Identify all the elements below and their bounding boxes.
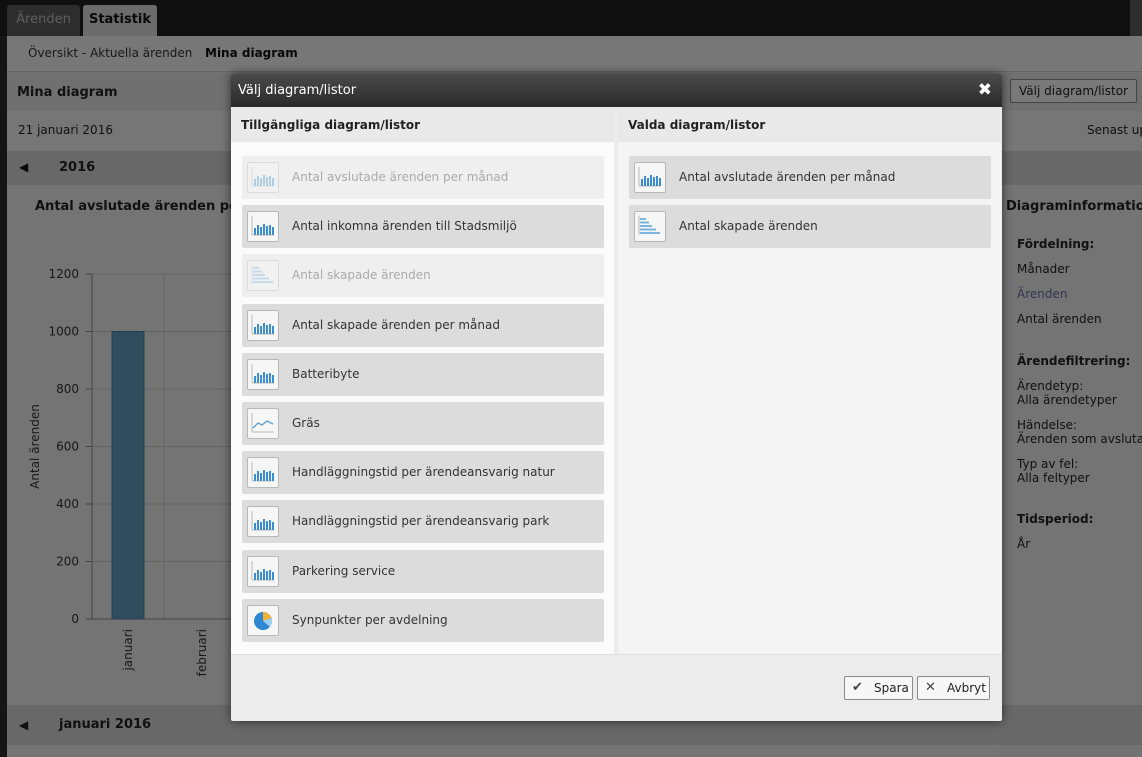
choose-charts-dialog: Välj diagram/listor ✖ Tillgängliga diagr… (231, 74, 1002, 721)
available-chart-item-label: Gräs (292, 416, 320, 430)
bar-chart-icon (247, 309, 279, 341)
available-chart-item[interactable]: Parkering service (242, 549, 604, 593)
bar-chart-icon (634, 162, 666, 193)
available-chart-item[interactable]: Antal skapade ärenden (242, 254, 604, 298)
bar-chart-icon (247, 457, 279, 489)
close-icon[interactable]: ✖ (978, 80, 992, 100)
available-chart-item[interactable]: Synpunkter per avdelning (242, 598, 604, 642)
available-chart-item-label: Handläggningstid per ärendeansvarig park (292, 514, 550, 529)
selected-chart-item[interactable]: Antal avslutade ärenden per månad (629, 156, 991, 199)
selected-chart-item-label: Antal avslutade ärenden per månad (679, 170, 896, 184)
available-charts-heading-bar: Tillgängliga diagram/listor (231, 107, 614, 142)
bar-chart-icon (247, 162, 279, 193)
available-chart-item-label: Antal skapade ärenden (292, 268, 431, 283)
bar-chart-icon (247, 506, 279, 538)
available-chart-item-label: Synpunkter per avdelning (292, 612, 448, 627)
available-chart-item-label: Parkering service (292, 563, 396, 578)
cancel-button-label: Avbryt (947, 681, 986, 695)
bar-chart-icon (247, 211, 279, 243)
bar-chart-icon (247, 358, 279, 390)
selected-charts-heading-bar: Valda diagram/listor (618, 107, 1001, 142)
pie-chart-icon (247, 604, 279, 636)
available-chart-item-label: Antal avslutade ärenden per månad (292, 170, 509, 184)
dialog-title: Välj diagram/listor (238, 83, 357, 98)
line-chart-icon (247, 408, 279, 439)
list-chart-icon (247, 260, 279, 292)
bar-chart-icon (247, 555, 279, 587)
available-chart-item[interactable]: Batteribyte (242, 352, 604, 396)
available-chart-item[interactable]: Antal skapade ärenden per månad (242, 303, 604, 347)
selected-charts-heading: Valda diagram/listor (628, 118, 766, 132)
dialog-header: Välj diagram/listor ✖ (231, 74, 1002, 107)
available-chart-item[interactable]: Handläggningstid per ärendeansvarig park (242, 500, 604, 544)
available-chart-item-label: Handläggningstid per ärendeansvarig natu… (292, 465, 555, 480)
available-chart-item[interactable]: Antal avslutade ärenden per månad (242, 156, 604, 199)
selected-chart-item[interactable]: Antal skapade ärenden (629, 205, 991, 249)
available-chart-item[interactable]: Antal inkomna ärenden till Stadsmiljö (242, 205, 604, 249)
available-chart-item-label: Batteribyte (292, 366, 360, 381)
save-button[interactable]: ✔ Spara (844, 676, 913, 700)
cancel-button[interactable]: ✕ Avbryt (917, 676, 990, 700)
dialog-footer-divider (231, 654, 1002, 655)
selected-charts-column: Valda diagram/listor Antal avslutade äre… (618, 107, 1001, 654)
available-charts-column: Tillgängliga diagram/listor Antal avslut… (231, 107, 614, 654)
list-chart-icon (634, 211, 666, 243)
selected-chart-item-label: Antal skapade ärenden (679, 219, 818, 234)
available-chart-item[interactable]: Gräs (242, 402, 604, 445)
available-charts-heading: Tillgängliga diagram/listor (241, 118, 420, 132)
available-chart-item[interactable]: Handläggningstid per ärendeansvarig natu… (242, 451, 604, 495)
check-icon: ✔ (852, 680, 863, 695)
save-button-label: Spara (874, 681, 909, 695)
cross-icon: ✕ (925, 680, 936, 695)
available-chart-item-label: Antal inkomna ärenden till Stadsmiljö (292, 219, 517, 234)
available-chart-item-label: Antal skapade ärenden per månad (292, 317, 500, 332)
